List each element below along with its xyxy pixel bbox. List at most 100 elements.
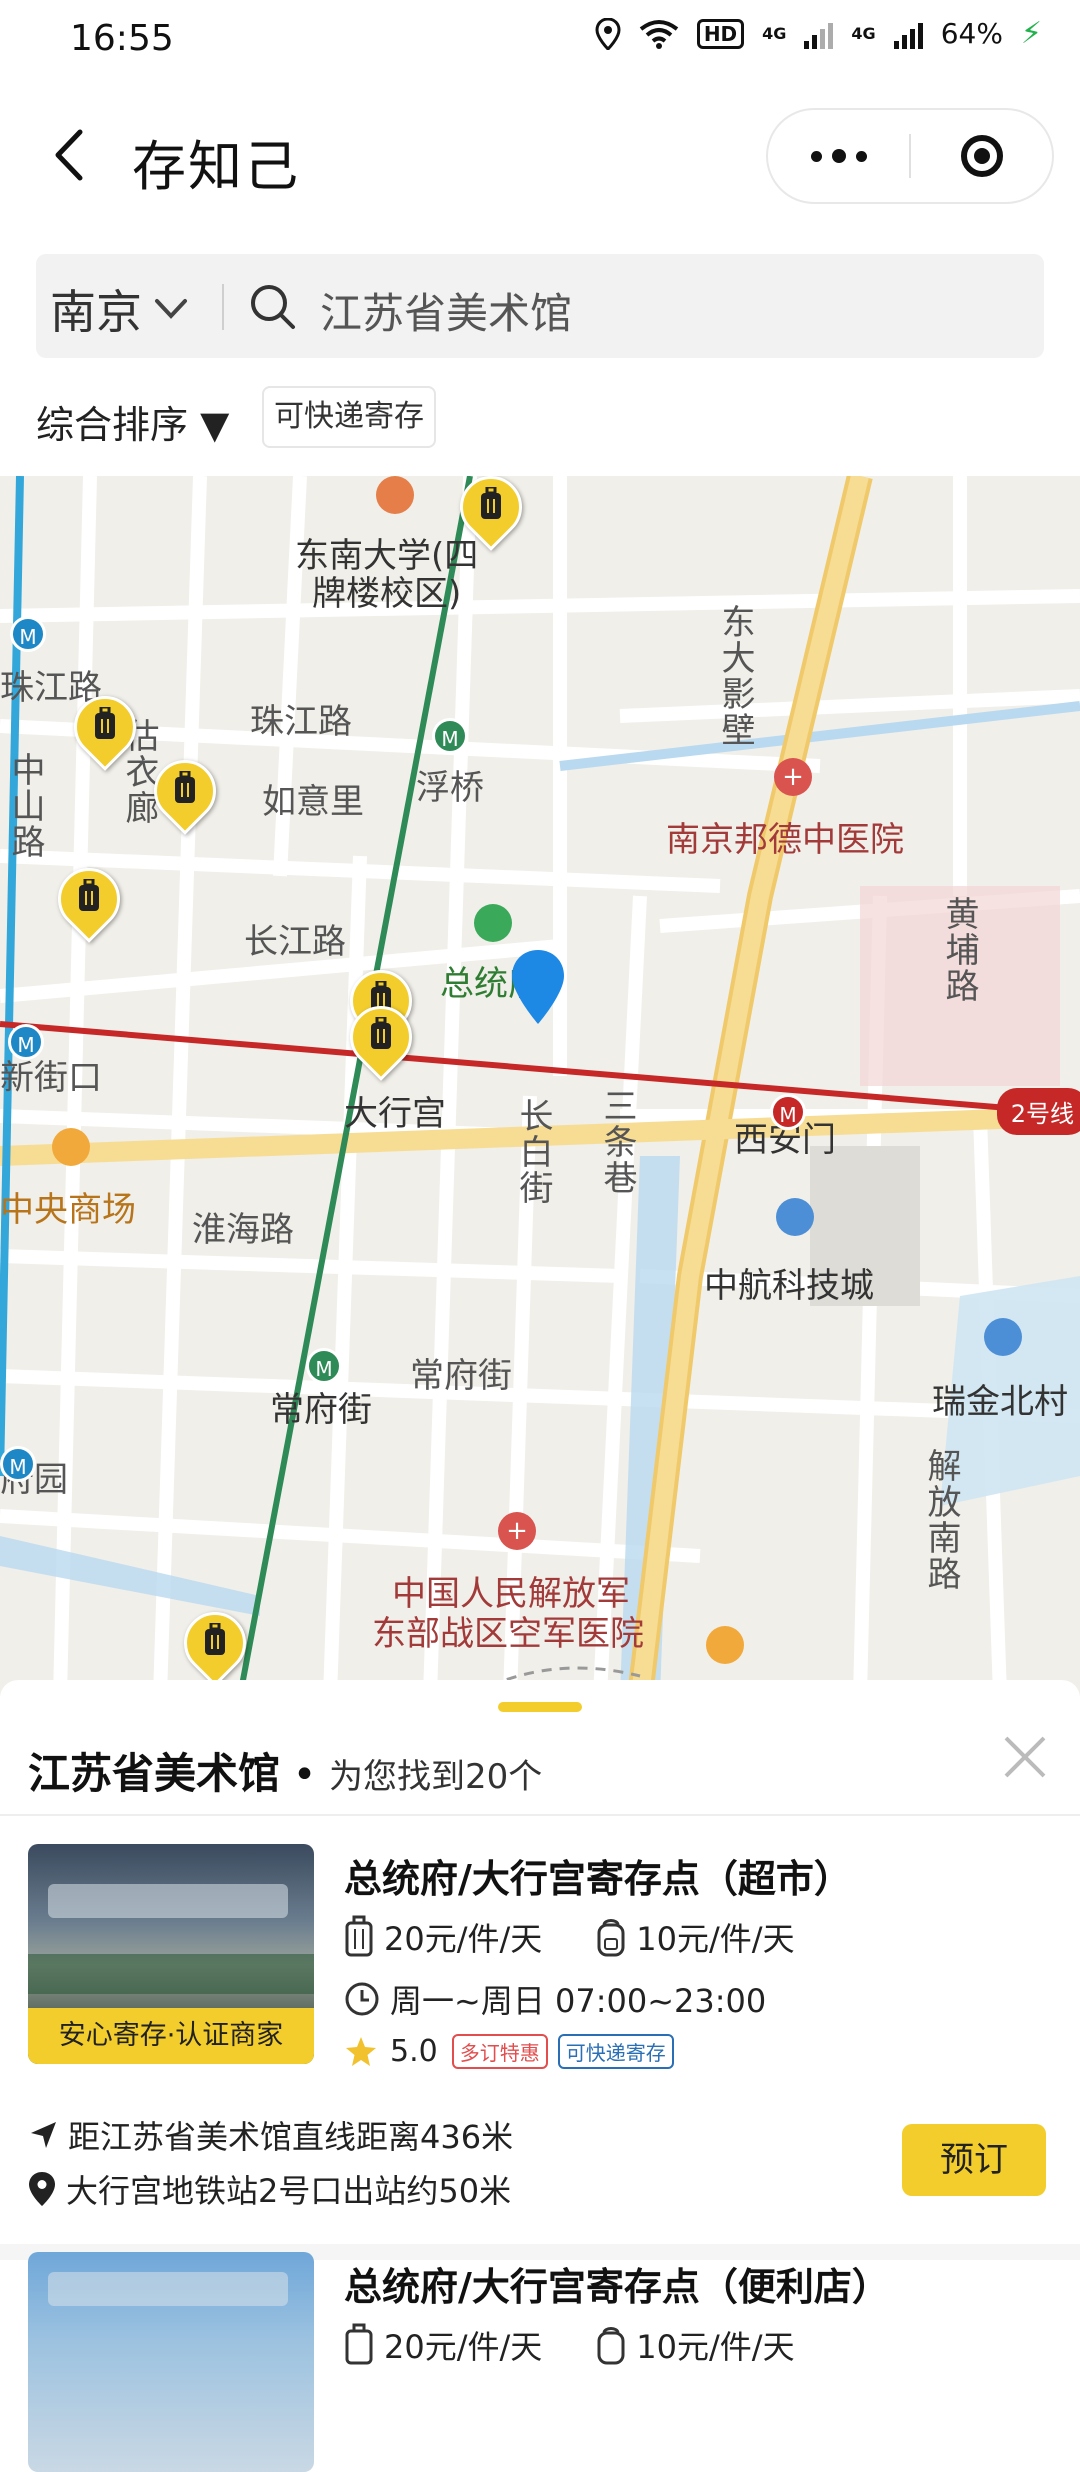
location-pin-icon [29,2172,55,2206]
school-icon [376,476,414,514]
shopping-icon [52,1128,90,1166]
sheet-drag-handle[interactable] [498,1702,582,1712]
results-header: 江苏省美术馆 • 为您找到20个 [28,1740,542,1801]
metro-exit-text: 大行宫地铁站2号口出站约50米 [66,2172,512,2210]
signal-icon-1 [804,19,834,49]
map-roads [0,476,1080,1696]
status-icons: HD 4G 4G 64% ⚡ [595,16,1042,51]
search-input[interactable]: 江苏省美术馆 [320,280,572,341]
hours-row: 周一~周日 07:00~23:00 [344,1976,766,2022]
network-label-2: 4G [851,24,876,43]
metro-station-icon: M [306,1348,342,1384]
distance-text: 距江苏省美术馆直线距离436米 [68,2118,514,2156]
star-icon [346,2036,376,2066]
luggage-icon [481,487,501,519]
label-changfu-street: 常府街 [410,1356,512,1396]
back-button[interactable] [40,120,100,190]
separator-dot: • [292,1752,317,1798]
more-button[interactable] [768,110,909,202]
price-row: 20元/件/天 10元/件/天 [344,1914,795,1960]
price-row: 20元/件/天 10元/件/天 [344,2322,795,2368]
close-icon[interactable] [998,1730,1052,1784]
label-dongdayingbi: 东大影壁 [715,604,755,748]
express-badge: 可快递寄存 [557,2034,674,2069]
hospital-icon: + [498,1512,536,1550]
storage-pin[interactable] [61,683,149,776]
wifi-icon [639,19,679,49]
miniapp-close-button[interactable] [911,110,1052,202]
chevron-left-icon [55,129,83,181]
destination-marker-icon [512,950,564,1024]
label-zhongyang-mall: 中央商场 [0,1190,136,1230]
store-title: 总统府/大行宫寄存点（便利店） [344,2265,890,2309]
attraction-icon [474,904,512,942]
map-view[interactable]: 东南大学(四 牌楼校区) 珠江路 珠江路 浮桥 如意里 估衣廊 中山路 东大影壁… [0,476,1080,1696]
label-changjiang-road: 长江路 [244,922,346,962]
label-pla-hospital-2: 东部战区空军医院 [372,1614,644,1654]
storage-pin[interactable] [141,747,229,840]
express-storage-filter[interactable]: 可快递寄存 [262,386,436,448]
clock: 16:55 [70,18,174,59]
city-label: 南京 [50,285,142,339]
label-changbai-street: 长白街 [513,1098,553,1206]
sort-dropdown[interactable]: 综合排序 ▼ [36,394,229,449]
results-location: 江苏省美术馆 [28,1749,281,1798]
label-zhongshan-road: 中山路 [5,752,45,860]
luggage-icon [95,707,115,739]
backpack-icon [597,2327,625,2365]
title-bar: 存知己 [0,90,1080,220]
storage-pin[interactable] [337,993,425,1086]
opening-hours: 周一~周日 07:00~23:00 [390,1982,767,2020]
charging-icon: ⚡ [1020,16,1042,51]
miniapp-capsule [766,108,1054,204]
metro-station-icon: M [0,1446,36,1482]
page-title: 存知己 [132,135,300,198]
label-jiefang-road: 解放南路 [921,1448,961,1592]
store-title: 总统府/大行宫寄存点（超市） [344,1857,852,1901]
luggage-icon [175,771,195,803]
label-huaihai-road: 淮海路 [192,1210,294,1250]
metro-station-icon: M [770,1094,806,1130]
city-selector[interactable]: 南京 [50,276,188,342]
metro-station-icon: M [10,616,46,652]
suitcase-icon [345,1915,373,1957]
chevron-down-icon [155,299,187,319]
storage-pin[interactable] [447,476,535,556]
storage-pin[interactable] [45,855,133,948]
suitcase-price: 20元/件/天 [384,2328,543,2366]
navigation-arrow-icon [31,2122,56,2148]
label-ruijin: 瑞金北村 [932,1382,1068,1422]
hd-badge: HD [696,18,745,49]
store-photo: 安心寄存·认证商家 [28,1844,314,2064]
luggage-icon [205,1623,225,1655]
office-icon [776,1198,814,1236]
search-icon [251,285,295,329]
suitcase-price: 20元/件/天 [384,1920,543,1958]
results-count: 为您找到20个 [329,1757,543,1797]
label-ruyili: 如意里 [262,782,364,822]
luggage-icon [371,1017,391,1049]
book-button[interactable]: 预订 [902,2124,1046,2196]
battery-level: 64% [940,17,1003,50]
metro-row: 大行宫地铁站2号口出站约50米 [28,2166,511,2212]
promo-badge: 多订特惠 [451,2034,548,2069]
rating-row: 5.0 多订特惠 可快递寄存 [344,2034,674,2069]
label-daxinggong: 大行宫 [344,1094,446,1134]
metro-line-2-badge: 2号线 [996,1088,1080,1135]
results-sheet: 江苏省美术馆 • 为您找到20个 安心寄存·认证商家 总统府/大行宫寄存点（超市… [0,1680,1080,2472]
metro-station-icon: M [432,718,468,754]
status-bar: 16:55 HD 4G 4G 64% ⚡ [0,0,1080,80]
network-label-1: 4G [762,24,787,43]
hospital-icon: + [774,758,812,796]
distance-row: 距江苏省美术馆直线距离436米 [28,2112,513,2158]
search-bar: 南京 江苏省美术馆 [36,254,1044,358]
verified-tagline: 安心寄存·认证商家 [28,2008,314,2064]
metro-station-icon: M [8,1024,44,1060]
residential-icon [984,1318,1022,1356]
backpack-icon [597,1919,625,1957]
signal-icon-2 [893,19,923,49]
label-fuqiao: 浮桥 [416,768,484,808]
label-xinjiekou: 新街口 [0,1058,102,1098]
label-zhonghang: 中航科技城 [704,1266,874,1306]
clock-icon [345,1982,379,2016]
